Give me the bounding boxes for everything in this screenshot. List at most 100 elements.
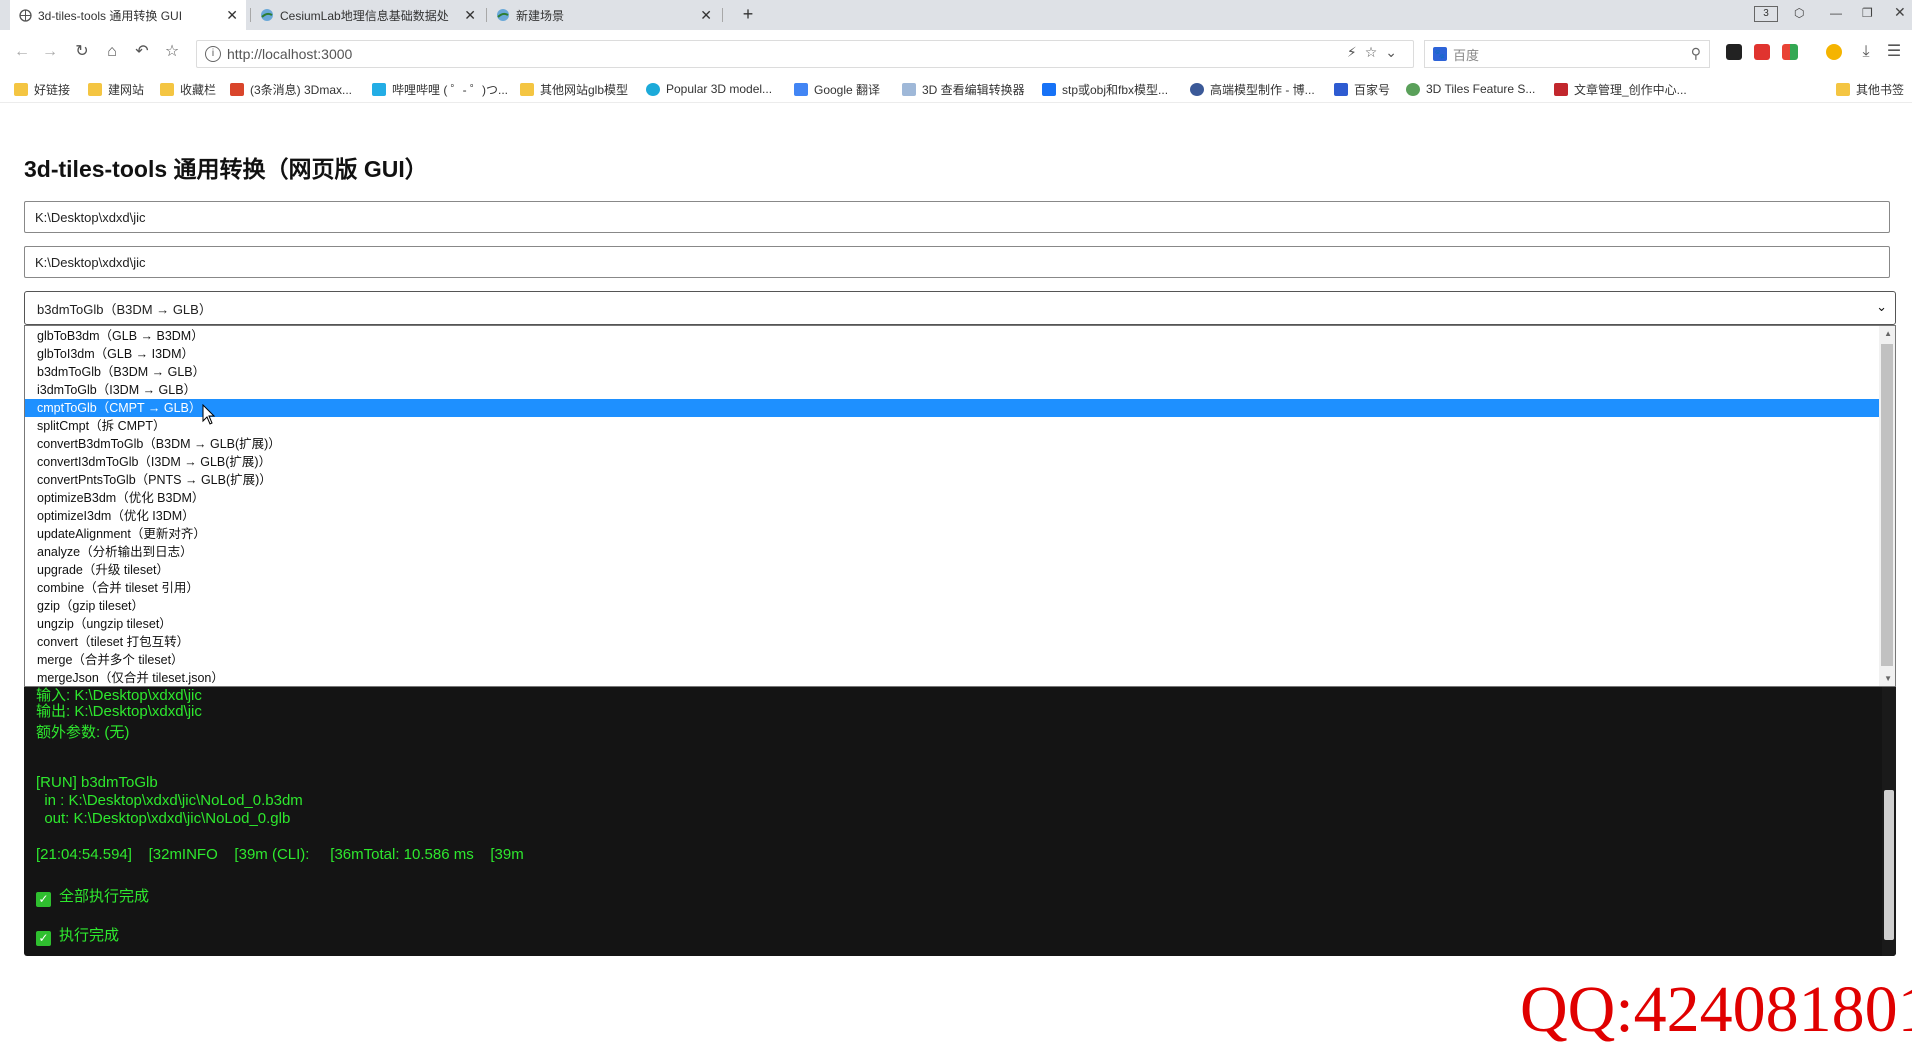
- folder-icon: [14, 82, 28, 96]
- bookmark-item[interactable]: 3D 查看编辑转换器: [902, 81, 1025, 97]
- chevron-down-icon[interactable]: ⌄: [1876, 299, 1887, 315]
- pin-icon[interactable]: ⬡: [1794, 6, 1804, 20]
- chevron-down-icon[interactable]: ⌄: [1385, 44, 1405, 60]
- tab-divider: [486, 8, 487, 22]
- search-icon[interactable]: ⚲: [1691, 45, 1701, 62]
- bookmark-label: (3条消息) 3Dmax...: [250, 82, 353, 97]
- scrollbar-thumb[interactable]: [1884, 790, 1894, 940]
- scrollbar-thumb[interactable]: [1881, 344, 1893, 666]
- bookmark-label: 3D 查看编辑转换器: [922, 82, 1025, 97]
- dropdown-option[interactable]: convertI3dmToGlb（I3DM → GLB(扩展)）: [25, 453, 1879, 471]
- dropdown-option[interactable]: glbToI3dm（GLB → I3DM）: [25, 345, 1879, 363]
- address-actions[interactable]: ⚡☆⌄: [1347, 44, 1405, 61]
- bookmark-item[interactable]: 哔哩哔哩 ( ゜- ゜)つ...: [372, 81, 508, 97]
- download-icon[interactable]: ⤓: [1856, 42, 1876, 62]
- url-text[interactable]: http://localhost:3000: [227, 46, 352, 62]
- menu-icon[interactable]: ☰: [1884, 42, 1904, 62]
- dropdown-option[interactable]: b3dmToGlb（B3DM → GLB）: [25, 363, 1879, 381]
- bookmark-item[interactable]: 建网站: [88, 81, 144, 97]
- reload-icon[interactable]: ↻: [72, 42, 92, 62]
- log-line-done: ✓ 执行完成: [36, 924, 119, 946]
- dropdown-option[interactable]: optimizeB3dm（优化 B3DM）: [25, 489, 1879, 507]
- tab-count-badge[interactable]: 3: [1754, 6, 1778, 22]
- minimize-icon[interactable]: —: [1830, 6, 1842, 20]
- lightning-icon[interactable]: ⚡: [1347, 44, 1365, 60]
- tab-divider: [250, 8, 251, 22]
- bookmark-label: 其他书签: [1856, 82, 1905, 97]
- folder-icon: [160, 82, 174, 96]
- dropdown-scrollbar[interactable]: ▲ ▼: [1879, 326, 1895, 686]
- tab-cesiumlab[interactable]: CesiumLab地理信息基础数据处 ✕: [252, 0, 484, 30]
- log-line: out: K:\Desktop\xdxd\jic\NoLod_0.glb: [36, 810, 291, 827]
- bookmark-item[interactable]: 好链接: [14, 81, 70, 97]
- dropdown-option[interactable]: convertB3dmToGlb（B3DM → GLB(扩展)）: [25, 435, 1879, 453]
- undo-icon[interactable]: ↶: [132, 42, 152, 62]
- log-line: in : K:\Desktop\xdxd\jic\NoLod_0.b3dm: [36, 792, 303, 809]
- dropdown-option[interactable]: analyze（分析输出到日志）: [25, 543, 1879, 561]
- info-icon[interactable]: i: [205, 46, 221, 62]
- bookmark-item[interactable]: 其他书签: [1836, 81, 1904, 97]
- dropdown-option[interactable]: gzip（gzip tileset）: [25, 597, 1879, 615]
- home-icon[interactable]: ⌂: [102, 42, 122, 62]
- cloud-icon: [902, 82, 916, 96]
- folder-icon: [1836, 82, 1850, 96]
- dropdown-option[interactable]: updateAlignment（更新对齐）: [25, 525, 1879, 543]
- bookmark-item[interactable]: 百家号: [1334, 81, 1390, 97]
- conversion-select[interactable]: b3dmToGlb（B3DM → GLB） ⌄: [24, 291, 1896, 325]
- bookmark-item[interactable]: 其他网站glb模型: [520, 81, 628, 97]
- close-icon[interactable]: ✕: [464, 7, 476, 24]
- forward-icon[interactable]: →: [40, 42, 60, 62]
- bilibili-icon: [372, 82, 386, 96]
- conversion-dropdown-list[interactable]: glbToB3dm（GLB → B3DM） glbToI3dm（GLB → I3…: [24, 325, 1896, 687]
- bookmark-star-icon[interactable]: ☆: [1365, 44, 1386, 60]
- close-icon[interactable]: ✕: [700, 7, 712, 24]
- scroll-down-icon[interactable]: ▼: [1884, 674, 1892, 683]
- dropdown-option[interactable]: combine（合并 tileset 引用）: [25, 579, 1879, 597]
- dropdown-option[interactable]: splitCmpt（拆 CMPT）: [25, 417, 1879, 435]
- bookmark-item[interactable]: 文章管理_创作中心...: [1554, 81, 1687, 97]
- tab-new-scene[interactable]: 新建场景 ✕: [488, 0, 720, 30]
- bookmark-item[interactable]: 高端模型制作 - 博...: [1190, 81, 1315, 97]
- dropdown-option[interactable]: glbToB3dm（GLB → B3DM）: [25, 327, 1879, 345]
- bookmark-item[interactable]: 收藏栏: [160, 81, 216, 97]
- log-line: 输出: K:\Desktop\xdxd\jic: [36, 703, 202, 720]
- console-scrollbar[interactable]: [1882, 640, 1896, 956]
- output-path-field[interactable]: K:\Desktop\xdxd\jic: [24, 246, 1890, 278]
- watermark: QQ:424081801: [1520, 973, 1912, 1046]
- apps-icon[interactable]: [1782, 44, 1798, 60]
- tab-3d-tiles-tools[interactable]: 3d-tiles-tools 通用转换 GUI ✕: [10, 0, 246, 30]
- dropdown-option[interactable]: i3dmToGlb（I3DM → GLB）: [25, 381, 1879, 399]
- dropdown-option[interactable]: convertPntsToGlb（PNTS → GLB(扩展)）: [25, 471, 1879, 489]
- bookmark-label: stp或obj和fbx模型...: [1062, 82, 1169, 97]
- extension-icon[interactable]: [1754, 44, 1770, 60]
- bookmark-item[interactable]: Google 翻译: [794, 81, 880, 97]
- close-window-icon[interactable]: ✕: [1894, 4, 1906, 21]
- dropdown-option[interactable]: convert（tileset 打包互转）: [25, 633, 1879, 651]
- dropdown-option[interactable]: upgrade（升级 tileset）: [25, 561, 1879, 579]
- dropdown-option[interactable]: optimizeI3dm（优化 I3DM）: [25, 507, 1879, 525]
- extension-icon[interactable]: [1726, 44, 1742, 60]
- search-placeholder[interactable]: 百度: [1453, 45, 1479, 64]
- bookmark-item[interactable]: (3条消息) 3Dmax...: [230, 81, 352, 97]
- bookmark-item[interactable]: stp或obj和fbx模型...: [1042, 81, 1168, 97]
- search-box[interactable]: 🐾 百度 ⚲: [1424, 40, 1710, 68]
- dropdown-option-highlighted[interactable]: cmptToGlb（CMPT → GLB）: [25, 399, 1879, 417]
- moon-icon[interactable]: [1826, 44, 1842, 60]
- page-title: 3d-tiles-tools 通用转换（网页版 GUI）: [24, 156, 428, 182]
- dropdown-option[interactable]: mergeJson（仅合并 tileset.json）: [25, 669, 1879, 686]
- star-icon[interactable]: ☆: [162, 42, 182, 62]
- back-icon[interactable]: ←: [12, 42, 32, 62]
- restore-icon[interactable]: ❐: [1862, 6, 1873, 20]
- close-icon[interactable]: ✕: [226, 7, 238, 24]
- cesium-icon: [496, 8, 510, 22]
- bookmark-item[interactable]: 3D Tiles Feature S...: [1406, 81, 1535, 97]
- address-bar[interactable]: i http://localhost:3000 ⚡☆⌄: [196, 40, 1414, 68]
- new-tab-plus-icon[interactable]: +: [738, 4, 758, 24]
- input-path-field[interactable]: K:\Desktop\xdxd\jic: [24, 201, 1890, 233]
- dropdown-option[interactable]: ungzip（ungzip tileset）: [25, 615, 1879, 633]
- bookmark-item[interactable]: Popular 3D model...: [646, 81, 772, 97]
- dropdown-option[interactable]: merge（合并多个 tileset）: [25, 651, 1879, 669]
- cesium-icon: [260, 8, 274, 22]
- scroll-up-icon[interactable]: ▲: [1884, 329, 1892, 338]
- check-icon: ✓: [36, 892, 51, 907]
